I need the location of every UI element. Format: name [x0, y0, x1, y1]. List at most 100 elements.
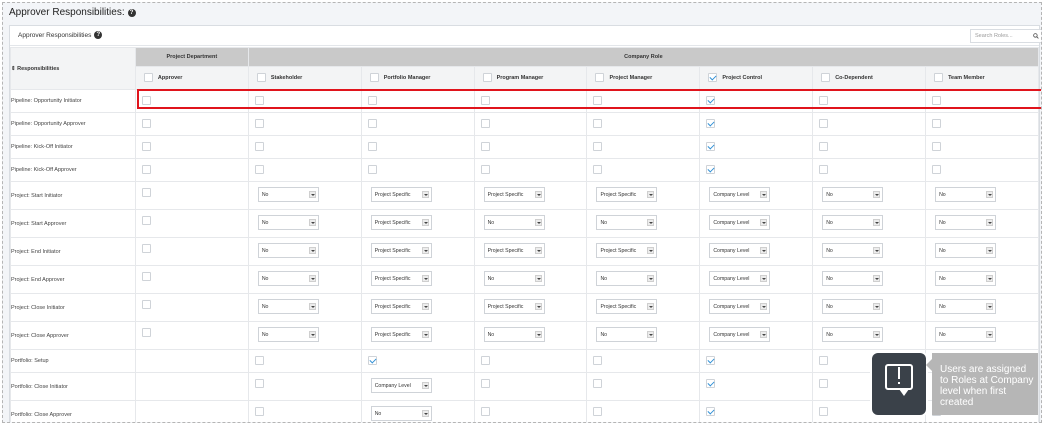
permission-checkbox[interactable] — [706, 142, 716, 151]
column-select-checkbox[interactable] — [934, 73, 944, 82]
permission-checkbox[interactable] — [706, 356, 716, 365]
permission-checkbox[interactable] — [254, 96, 264, 105]
column-select-checkbox[interactable] — [482, 73, 492, 82]
permission-checkbox[interactable] — [593, 356, 603, 365]
permission-dropdown[interactable]: Project Specific — [370, 271, 432, 286]
permission-checkbox[interactable] — [819, 96, 829, 105]
column-select-checkbox[interactable] — [256, 73, 266, 82]
permission-checkbox[interactable] — [141, 244, 151, 253]
dropdown-arrow-icon[interactable] — [534, 247, 542, 254]
column-select-checkbox[interactable] — [595, 73, 605, 82]
permission-checkbox[interactable] — [367, 96, 377, 105]
permission-dropdown[interactable]: Project Specific — [370, 215, 432, 230]
dropdown-arrow-icon[interactable] — [986, 275, 994, 282]
permission-checkbox[interactable] — [254, 379, 264, 388]
search-roles-input[interactable]: Search Roles... — [970, 29, 1041, 43]
permission-dropdown[interactable]: No — [483, 271, 545, 286]
permission-dropdown[interactable]: No — [257, 299, 319, 314]
permission-checkbox[interactable] — [819, 119, 829, 128]
dropdown-arrow-icon[interactable] — [421, 219, 429, 226]
dropdown-arrow-icon[interactable] — [308, 219, 316, 226]
permission-dropdown[interactable]: No — [935, 299, 997, 314]
permission-checkbox[interactable] — [593, 379, 603, 388]
dropdown-arrow-icon[interactable] — [873, 191, 881, 198]
permission-checkbox[interactable] — [932, 96, 942, 105]
permission-checkbox[interactable] — [367, 142, 377, 151]
permission-dropdown[interactable]: No — [596, 271, 658, 286]
responsibilities-header[interactable]: ⇕ Responsibilities — [10, 47, 136, 90]
permission-checkbox[interactable] — [593, 165, 603, 174]
permission-dropdown[interactable]: Company Level — [709, 327, 771, 342]
dropdown-arrow-icon[interactable] — [308, 247, 316, 254]
dropdown-arrow-icon[interactable] — [986, 191, 994, 198]
permission-checkbox[interactable] — [593, 407, 603, 416]
dropdown-arrow-icon[interactable] — [986, 303, 994, 310]
permission-dropdown[interactable]: Project Specific — [370, 299, 432, 314]
panel-help-icon[interactable]: ? — [94, 31, 103, 39]
dropdown-arrow-icon[interactable] — [421, 382, 429, 389]
permission-checkbox[interactable] — [254, 119, 264, 128]
dropdown-arrow-icon[interactable] — [534, 219, 542, 226]
permission-dropdown[interactable]: No — [935, 327, 997, 342]
permission-checkbox[interactable] — [141, 119, 151, 128]
permission-dropdown[interactable]: No — [935, 215, 997, 230]
alert-bubble-icon[interactable] — [872, 353, 926, 415]
column-select-checkbox[interactable] — [143, 73, 153, 82]
permission-dropdown[interactable]: Project Specific — [483, 187, 545, 202]
permission-checkbox[interactable] — [254, 407, 264, 416]
column-select-checkbox[interactable] — [708, 73, 718, 82]
permission-checkbox[interactable] — [819, 142, 829, 151]
dropdown-arrow-icon[interactable] — [873, 331, 881, 338]
dropdown-arrow-icon[interactable] — [534, 275, 542, 282]
dropdown-arrow-icon[interactable] — [647, 331, 655, 338]
permission-checkbox[interactable] — [706, 379, 716, 388]
permission-dropdown[interactable]: No — [483, 215, 545, 230]
permission-dropdown[interactable]: No — [935, 243, 997, 258]
dropdown-arrow-icon[interactable] — [421, 410, 429, 417]
permission-checkbox[interactable] — [932, 165, 942, 174]
dropdown-arrow-icon[interactable] — [308, 331, 316, 338]
permission-checkbox[interactable] — [706, 407, 716, 416]
permission-checkbox[interactable] — [141, 272, 151, 281]
permission-dropdown[interactable]: No — [370, 406, 432, 421]
permission-dropdown[interactable]: Company Level — [709, 243, 771, 258]
permission-checkbox[interactable] — [932, 119, 942, 128]
permission-checkbox[interactable] — [819, 379, 829, 388]
dropdown-arrow-icon[interactable] — [760, 275, 768, 282]
permission-checkbox[interactable] — [141, 142, 151, 151]
sort-icon[interactable]: ⇕ — [11, 66, 16, 72]
permission-dropdown[interactable]: No — [257, 215, 319, 230]
dropdown-arrow-icon[interactable] — [421, 303, 429, 310]
permission-dropdown[interactable]: Company Level — [370, 378, 432, 393]
dropdown-arrow-icon[interactable] — [308, 191, 316, 198]
permission-dropdown[interactable]: Company Level — [709, 187, 771, 202]
permission-dropdown[interactable]: Project Specific — [370, 327, 432, 342]
dropdown-arrow-icon[interactable] — [308, 275, 316, 282]
permission-checkbox[interactable] — [480, 379, 490, 388]
dropdown-arrow-icon[interactable] — [421, 275, 429, 282]
permission-dropdown[interactable]: Company Level — [709, 271, 771, 286]
permission-dropdown[interactable]: No — [822, 327, 884, 342]
dropdown-arrow-icon[interactable] — [421, 247, 429, 254]
permission-dropdown[interactable]: No — [822, 243, 884, 258]
permission-dropdown[interactable]: No — [257, 327, 319, 342]
permission-dropdown[interactable]: No — [822, 299, 884, 314]
dropdown-arrow-icon[interactable] — [421, 331, 429, 338]
permission-checkbox[interactable] — [480, 356, 490, 365]
permission-checkbox[interactable] — [706, 96, 716, 105]
dropdown-arrow-icon[interactable] — [873, 219, 881, 226]
permission-checkbox[interactable] — [141, 328, 151, 337]
permission-dropdown[interactable]: No — [935, 187, 997, 202]
permission-checkbox[interactable] — [819, 165, 829, 174]
permission-dropdown[interactable]: Company Level — [709, 299, 771, 314]
permission-dropdown[interactable]: Project Specific — [596, 299, 658, 314]
search-icon[interactable] — [1033, 33, 1039, 39]
permission-checkbox[interactable] — [367, 356, 377, 365]
dropdown-arrow-icon[interactable] — [873, 303, 881, 310]
permission-checkbox[interactable] — [480, 165, 490, 174]
permission-checkbox[interactable] — [141, 96, 151, 105]
permission-dropdown[interactable]: Project Specific — [483, 299, 545, 314]
dropdown-arrow-icon[interactable] — [873, 247, 881, 254]
permission-checkbox[interactable] — [141, 188, 151, 197]
permission-dropdown[interactable]: No — [483, 327, 545, 342]
